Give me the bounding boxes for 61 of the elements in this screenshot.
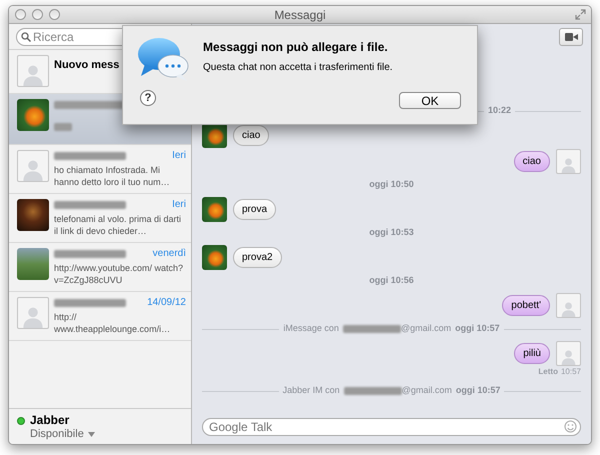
message-preview: ho chiamato Infostrada. Mi hanno detto loro il tuo num… xyxy=(54,164,171,188)
message-bubble: ciao xyxy=(233,124,270,146)
conversation-date: 14/09/12 xyxy=(147,297,186,309)
message-bubble: ciao xyxy=(514,150,550,172)
fullscreen-icon[interactable] xyxy=(575,9,586,20)
message-bubble: prova xyxy=(233,198,276,220)
video-camera-icon xyxy=(564,33,578,41)
close-button[interactable] xyxy=(15,9,26,20)
conversation-item[interactable]: 14/09/12 http:// www.theapplelounge.com/i… xyxy=(9,292,191,341)
minimize-button[interactable] xyxy=(32,9,43,20)
timestamp: 10:22 xyxy=(488,104,511,118)
timestamp: oggi 10:57 xyxy=(456,384,500,398)
ok-button[interactable]: OK xyxy=(399,92,461,109)
timestamp: oggi 10:50 xyxy=(369,178,414,192)
dialog-title: Messaggi non può allegare i file. xyxy=(203,39,389,56)
zoom-button[interactable] xyxy=(49,9,60,20)
smiley-icon[interactable] xyxy=(564,420,577,433)
redacted-email xyxy=(342,325,401,333)
status-menu[interactable]: Disponibile xyxy=(30,427,95,441)
redacted-preview xyxy=(54,123,72,131)
message-bubble: prova2 xyxy=(233,246,282,268)
avatar-photo xyxy=(202,196,227,222)
email-domain: @gmail.com xyxy=(402,384,452,398)
message-preview: http://www.youtube.com/ watch?v=ZcZgJ88cUVU xyxy=(54,262,184,286)
avatar-photo xyxy=(202,244,227,270)
message-bubble: pobett' xyxy=(502,294,550,316)
email-domain: @gmail.com xyxy=(400,322,452,336)
conversation-title: Nuovo mess xyxy=(54,58,120,73)
conversation-item[interactable]: venerdì http://www.youtube.com/ watch?v=ZcZgJ88cUVU xyxy=(9,243,191,292)
read-receipt: Letto xyxy=(538,366,558,378)
avatar-silhouette-icon xyxy=(556,340,581,366)
receipt-time: 10:57 xyxy=(560,366,581,378)
help-button[interactable]: ? xyxy=(140,90,156,106)
message-bubble: piliù xyxy=(514,342,550,364)
conversation-date: Ieri xyxy=(172,199,186,211)
message-preview: telefonami al volo. prima di darti il link di devo chieder… xyxy=(54,213,182,237)
conversation-date: venerdì xyxy=(152,248,186,260)
message-input-field[interactable]: Google Talk xyxy=(202,418,581,436)
timestamp: oggi 10:53 xyxy=(369,226,414,240)
avatar-silhouette-icon xyxy=(556,292,581,318)
conversation-item[interactable]: Ieri telefonami al volo. prima di darti il link di devo chieder… xyxy=(9,194,191,243)
service-label: Jabber IM con xyxy=(282,384,340,398)
redacted-name xyxy=(54,299,126,307)
redacted-name xyxy=(54,250,126,258)
avatar-silhouette-icon xyxy=(556,148,581,174)
conversation-item[interactable]: Ieri ho chiamato Infostrada. Mi hanno detto loro il tuo num… xyxy=(9,145,191,194)
dialog-message: Questa chat non accetta i trasferimenti file. xyxy=(203,61,394,75)
window-title: Messaggi xyxy=(274,6,326,24)
service-label: iMessage con xyxy=(283,322,339,336)
speech-bubbles-icon xyxy=(137,36,189,82)
timestamp: oggi 10:57 xyxy=(455,322,500,336)
timestamp: oggi 10:56 xyxy=(369,274,414,288)
video-call-button[interactable] xyxy=(559,28,583,46)
redacted-name xyxy=(54,152,126,160)
message-preview: http:// www.theapplelounge.com/i… xyxy=(54,311,172,335)
caret-icon xyxy=(88,432,95,436)
redacted-email xyxy=(344,387,402,395)
conversation-date: Ieri xyxy=(172,150,186,162)
redacted-name xyxy=(54,201,126,209)
search-icon xyxy=(21,32,31,42)
account-name: Jabber xyxy=(30,413,70,427)
